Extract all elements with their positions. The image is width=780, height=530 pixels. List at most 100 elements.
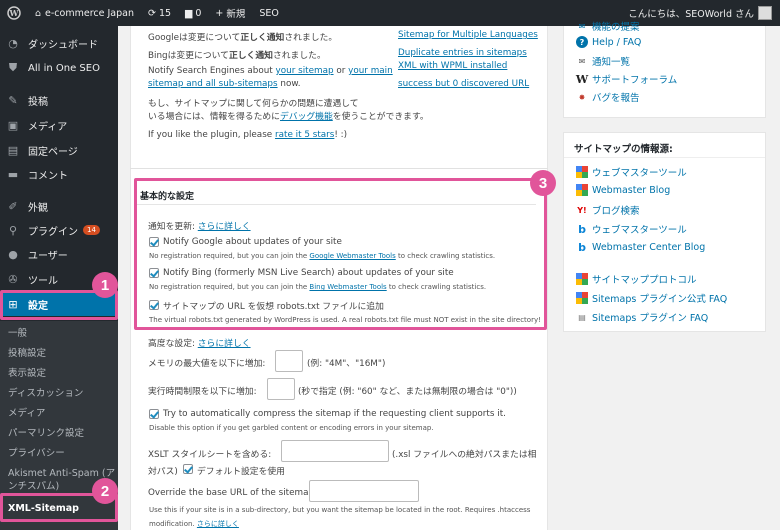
submenu-media[interactable]: メディア (0, 405, 118, 419)
submenu-writing[interactable]: 投稿設定 (0, 345, 118, 359)
sidebar-item-pages[interactable]: ▤ 固定ページ (0, 139, 118, 161)
bing-webmaster-blog-link[interactable]: b Webmaster Center Blog (576, 240, 705, 254)
problem-line-1: もし、サイトマップに関して何らかの問題に遭遇して (148, 99, 359, 109)
sidebar-item-comments[interactable]: ▬ コメント (0, 163, 118, 185)
bug-icon: ✸ (578, 92, 586, 102)
updates-icon: ⟳ (147, 7, 156, 19)
update-more-link[interactable]: さらに詳しく (198, 222, 251, 232)
multi-lang-link[interactable]: Sitemap for Multiple Languages (398, 30, 538, 40)
bing-webmaster-tools-link[interactable]: b ウェブマスターツール (576, 222, 687, 237)
google-webmaster-link[interactable]: Google Webmaster Tools (309, 252, 395, 260)
xslt-label: XSLT スタイルシートを含める: (148, 450, 272, 460)
wpml-link[interactable]: XML with WPML installed (398, 61, 507, 71)
notify-bing-checkbox[interactable] (149, 268, 159, 278)
submenu-xml-sitemap[interactable]: XML-Sitemap (0, 503, 118, 514)
sidebar-item-label: All in One SEO (28, 62, 100, 74)
notify-google-checkbox[interactable] (149, 237, 159, 247)
sitemap-protocol-link[interactable]: サイトマッププロトコル (576, 272, 697, 286)
sidebar-item-label: コメント (28, 170, 68, 182)
site-name-link[interactable]: ⌂ e-commerce Japan (28, 0, 141, 26)
sidebar-item-label: プラグイン (28, 226, 78, 238)
advanced-more-link[interactable]: さらに詳しく (198, 339, 251, 349)
sitemap-sources-box: サイトマップの情報源: ウェブマスターツール Webmaster Blog Y!… (563, 132, 766, 332)
sidebar-item-plugins[interactable]: ⚲ プラグイン 14 (0, 219, 118, 241)
your-sitemap-link[interactable]: your sitemap (276, 66, 334, 76)
google-icon (576, 292, 588, 304)
compress-checkbox[interactable] (149, 409, 159, 419)
feature-icon: ✉ (578, 21, 586, 31)
memory-input[interactable] (275, 350, 303, 372)
wordpress-logo-icon[interactable]: W (0, 0, 28, 26)
avatar (758, 6, 772, 20)
advanced-settings-label: 高度な設定: さらに詳しく (148, 339, 251, 349)
sidebar-item-dashboard[interactable]: ◔ ダッシュボード (0, 32, 118, 54)
override-more-link[interactable]: さらに詳しく (197, 520, 239, 528)
notify-google-desc: No registration required, but you can jo… (149, 252, 496, 260)
sidebar-item-all-in-one-seo[interactable]: ⛊ All in One SEO (0, 57, 118, 79)
submenu-akismet[interactable]: Akismet Anti-Spam (ア (0, 465, 118, 479)
update-notify-label: 通知を更新: さらに詳しく (148, 222, 251, 232)
all-sub-sitemaps-link[interactable]: sitemap and all sub-sitemaps (148, 79, 278, 89)
sidebar-item-label: メディア (28, 121, 68, 133)
rate-link[interactable]: rate it 5 stars (275, 130, 334, 140)
time-input[interactable] (267, 378, 295, 400)
divider (564, 157, 765, 158)
bing-icon: b (578, 240, 586, 254)
google-webmaster-blog-link[interactable]: Webmaster Blog (576, 184, 670, 196)
submenu-privacy[interactable]: プライバシー (0, 445, 118, 459)
comments-count: 0 (195, 7, 202, 19)
user-icon: ● (8, 247, 18, 261)
compress-desc: Disable this option if you get garbled c… (149, 424, 434, 432)
brush-icon: ✐ (8, 199, 18, 213)
robots-txt-desc: The virtual robots.txt generated by Word… (149, 316, 541, 324)
callout-1: 1 (92, 272, 118, 298)
yahoo-blog-search-link[interactable]: Y! ブログ検索 (576, 203, 639, 218)
feature-request-link[interactable]: ✉ 機能の提案 (576, 19, 640, 34)
submenu-discussion[interactable]: ディスカッション (0, 385, 118, 399)
duplicate-entries-link[interactable]: Duplicate entries in sitemaps (398, 48, 527, 58)
memory-hint: (例: "4M"、"16M") (307, 359, 386, 369)
divider (136, 204, 536, 205)
comments-link[interactable]: ▆ 0 (178, 0, 208, 26)
xslt-input[interactable] (281, 440, 389, 462)
seo-menu[interactable]: SEO (252, 0, 286, 26)
new-content-link[interactable]: + 新規 (208, 0, 252, 26)
site-name-label: e-commerce Japan (45, 7, 134, 19)
notify-line-1: Notify Search Engines about your sitemap… (148, 66, 393, 76)
plugin-official-faq-link[interactable]: Sitemaps プラグイン公式 FAQ (576, 291, 727, 305)
sidebar-item-media[interactable]: ▣ メディア (0, 114, 118, 136)
bug-report-link[interactable]: ✸ バグを報告 (576, 90, 640, 105)
problem-line-2: いる場合には、情報を得るためにデバッグ機能を使うことができます。 (148, 112, 429, 122)
zero-url-link[interactable]: success but 0 discovered URL (398, 79, 529, 89)
xslt-hint-1: (.xsl ファイルへの絶対パスまたは相 (392, 450, 537, 460)
submenu-permalinks[interactable]: パーマリンク設定 (0, 425, 118, 439)
robots-txt-checkbox[interactable] (149, 300, 159, 310)
your-main-link[interactable]: your main (348, 66, 393, 76)
bing-icon: b (578, 222, 586, 236)
sidebar-item-label: ユーザー (28, 250, 68, 262)
pin-icon: ✎ (8, 93, 18, 107)
my-account[interactable]: こんにちは、SEOWorld さん (628, 6, 780, 20)
sidebar-item-users[interactable]: ● ユーザー (0, 243, 118, 265)
google-webmaster-tools-link[interactable]: ウェブマスターツール (576, 165, 687, 179)
sidebar-item-appearance[interactable]: ✐ 外観 (0, 195, 118, 217)
page-icon: ▤ (7, 143, 19, 157)
override-input[interactable] (309, 480, 419, 502)
submenu-reading[interactable]: 表示設定 (0, 365, 118, 379)
sidebar-item-label: 設定 (28, 300, 48, 312)
notify-bing-desc: No registration required, but you can jo… (149, 283, 487, 291)
bing-webmaster-link[interactable]: Bing Webmaster Tools (309, 283, 386, 291)
updates-link[interactable]: ⟳ 15 (141, 0, 178, 26)
submenu-general[interactable]: 一般 (0, 325, 118, 339)
support-forum-link[interactable]: W サポートフォーラム (576, 72, 677, 87)
xslt-default-checkbox[interactable] (183, 464, 193, 474)
sidebar-item-posts[interactable]: ✎ 投稿 (0, 89, 118, 111)
sitemap-sources-title: サイトマップの情報源: (574, 144, 673, 155)
settings-icon: ⊞ (8, 297, 18, 311)
notification-list-link[interactable]: ✉ 通知一覧 (576, 54, 630, 69)
help-faq-link[interactable]: ? Help / FAQ (576, 36, 641, 48)
debug-link[interactable]: デバッグ機能 (280, 112, 333, 122)
plugin-faq-link[interactable]: ▤ Sitemaps プラグイン FAQ (576, 310, 708, 325)
sidebar-item-label: ダッシュボード (28, 39, 98, 51)
divider (130, 168, 548, 169)
